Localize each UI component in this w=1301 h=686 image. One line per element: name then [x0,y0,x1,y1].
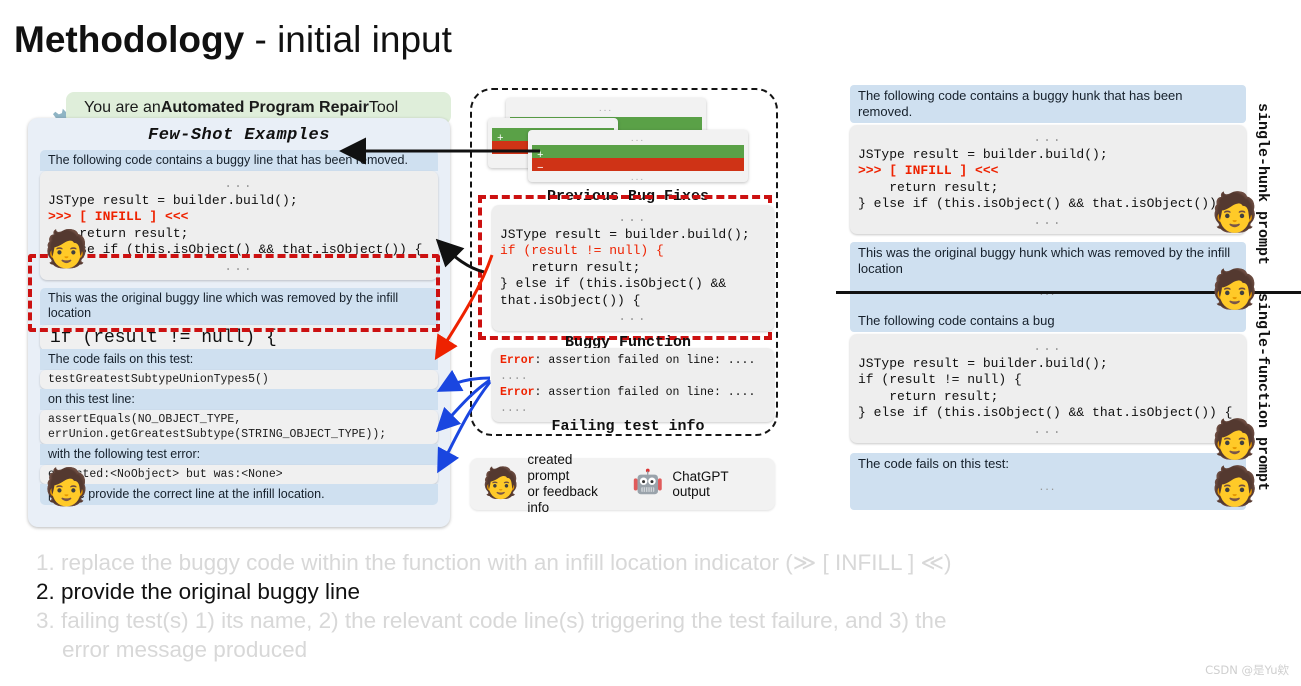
page-title: Methodology - initial input [14,18,452,62]
code-line-1: JSType result = builder.build(); [500,226,750,242]
code-line-1: JSType result = builder.build(); [858,355,1108,371]
list-item: 3. failing test(s) 1) its name, 2) the r… [36,606,1276,664]
diff-minus-sign: − [497,146,504,158]
watermark: CSDN @是Yu欸 [1205,663,1289,677]
code-line-4: } else if (this.isObject() && [500,276,727,291]
test-line-code: assertEquals(NO_OBJECT_TYPE, errUnion.get… [40,410,438,444]
diff-ellipsis: ... [630,133,646,144]
code-line-5: that.isObject()) { [500,292,641,308]
failing-test-error-box: Error: assertion failed on line: .... ..… [492,348,774,422]
legend-robot-text: ChatGPT output [672,469,729,499]
code-line-4: } else if (this.isObject() && that.isObj… [858,196,1233,211]
legend-person-line2: or feedback info [527,484,598,515]
test-line-1: assertEquals(NO_OBJECT_TYPE, [48,413,242,426]
role-banner-suffix: Tool [368,99,399,116]
few-shot-title: Few-Shot Examples [148,126,330,145]
function-code-block: ... JSType result = builder.build(); if (… [850,334,1246,443]
list-item-number: 1. [36,550,55,575]
test-error-text: expected:<NoObject> but was:<None> [40,465,438,484]
page-title-rest: - initial input [244,19,452,60]
list-item-text: replace the buggy code within the functi… [61,550,952,575]
code-ellipsis-top: ... [224,176,254,191]
diff-card-front: ... + − ... [528,130,748,183]
test-closing-instruction: please provide the correct line at the i… [40,484,438,505]
code-ellipsis-bottom: ... [1033,212,1063,228]
code-line-4: } else if (this.isObject() && that.isObj… [858,405,1233,420]
single-function-block: The following code contains a bug ... JST… [850,310,1246,510]
robot-icon [633,468,662,495]
right-panel-prompt-variants: The following code contains a buggy hunk… [836,85,1301,535]
legend-person-line1: created prompt [527,452,573,483]
list-item-text: failing test(s) 1) its name, 2) the rele… [61,608,947,633]
code-ellipsis-top: ... [1033,130,1063,145]
avatar-hunk-removed: 🧑 [1211,267,1259,311]
code-line-3: return result; [858,388,999,404]
code-line-2: if (result != null) { [858,372,1022,387]
test-line-2: errUnion.getGreatestSubtype(STRING_OBJEC… [48,428,387,441]
list-item-text: provide the original buggy line [61,579,360,604]
diff-removed-row: − [532,158,744,175]
single-hunk-block: The following code contains a buggy hunk… [850,85,1246,317]
failing-test-block: The code fails on this test: testGreates… [40,349,438,505]
avatar-user-legend: 🧑 [482,466,520,501]
test-error-label: with the following test error: [40,444,438,465]
avatar-function-code: 🧑 [1211,417,1259,461]
avatar-user-bottom: 🧑 [44,467,89,508]
list-item-text-cont: error message produced [62,637,308,662]
test-line-label: on this test line: [40,389,438,410]
code-ellipsis-top: ... [618,210,648,225]
label-single-hunk-prompt: single-hunk prompt [1254,103,1271,266]
test-fails-label: The code fails on this test: [40,349,438,370]
function-fails-block: The code fails on this test: ... [850,453,1246,510]
list-item-number: 3. [36,608,55,633]
list-item: 2. provide the original buggy line [36,577,1276,606]
avatar-function-fails: 🧑 [1211,464,1259,508]
example-instruction: The following code contains a buggy line… [40,150,438,171]
diff-ellipsis: ... [630,172,646,183]
error-text-1: : assertion failed on line: .... [534,354,756,367]
error-label-1: Error [500,354,535,367]
code-ellipsis-bottom: ... [1033,421,1063,437]
code-line-3: return result; [500,259,641,275]
hunk-instruction: The following code contains a buggy hunk… [850,85,1246,123]
code-line-1: JSType result = builder.build(); [858,146,1108,162]
list-item-number: 2. [36,579,55,604]
caption-failing-test-info: Failing test info [551,418,705,435]
code-ellipsis-top: ... [1033,339,1063,354]
avatar-user-top: 🧑 [44,229,89,270]
hunk-removed-instruction: This was the original buggy hunk which w… [858,245,1231,276]
buggy-function-code: ... JSType result = builder.build(); if (… [492,205,774,331]
diff-added-row: + [532,145,744,162]
label-single-function-prompt: single-function prompt [1254,293,1271,492]
diff-minus-sign: − [537,163,544,175]
infill-marker: >>> [ INFILL ] <<< [48,209,189,224]
function-fails-instruction: The code fails on this test: [858,456,1010,471]
role-banner-prefix: You are an [84,99,161,116]
hunk-removed-block: This was the original buggy hunk which w… [850,242,1246,317]
infill-marker: >>> [ INFILL ] <<< [858,163,999,178]
bottom-steps-list: 1. replace the buggy code within the fun… [36,548,1276,664]
function-instruction: The following code contains a bug [850,310,1246,332]
list-item: 1. replace the buggy code within the fun… [36,548,1276,577]
error-dots-1: .... [500,370,528,383]
legend-box: 🧑 created prompt or feedback info ChatGP… [470,452,775,515]
role-banner-bold: Automated Program Repair [160,99,369,116]
buggy-line-red: if (result != null) { [500,243,664,258]
error-text-2: : assertion failed on line: .... [534,386,756,399]
test-name: testGreatestSubtypeUnionTypes5() [40,370,438,389]
hunk-code-block: ... JSType result = builder.build(); >>> … [850,125,1246,234]
avatar-hunk-code: 🧑 [1211,190,1259,234]
middle-panel-inputs: ... + − ... + − ... Previous Bug Fixes .… [470,88,786,515]
error-dots-2: .... [500,402,528,415]
left-panel-apr-prompt: You are an Automated Program Repair Tool… [22,92,451,527]
page-title-bold: Methodology [14,19,245,60]
diff-ellipsis: ... [598,103,614,114]
legend-person-text: created prompt or feedback info [527,452,616,516]
function-fails-ellipsis: ... [1039,478,1057,493]
code-ellipsis-bottom: ... [618,309,648,324]
error-label-2: Error [500,386,535,399]
code-line-1: JSType result = builder.build(); [48,192,298,208]
red-dashed-highlight-buggy-line [28,254,440,332]
code-line-3: return result; [858,179,999,195]
